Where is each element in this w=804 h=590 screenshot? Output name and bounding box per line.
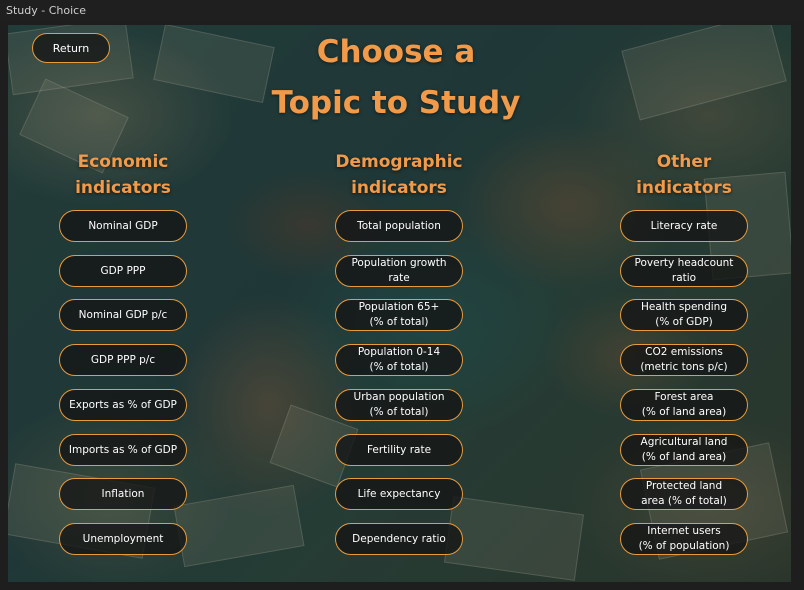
return-button[interactable]: Return <box>32 33 110 63</box>
indicator-label-line: Nominal GDP <box>88 219 158 232</box>
indicator-label: Dependency ratio <box>352 532 446 547</box>
indicator-button[interactable]: Population 65+ (% of total) <box>335 299 463 331</box>
indicator-button[interactable]: Nominal GDP <box>59 210 187 242</box>
indicator-label: Literacy rate <box>651 219 718 234</box>
indicator-label-line: Unemployment <box>82 532 164 545</box>
indicator-button[interactable]: Unemployment <box>59 523 187 555</box>
indicator-label: Imports as % of GDP <box>69 443 177 458</box>
indicator-label-line: Internet users <box>647 525 721 537</box>
indicator-button[interactable]: Internet users (% of population) <box>620 523 748 555</box>
indicator-label-line: (% of total) <box>369 406 429 418</box>
indicator-label: Nominal GDP <box>88 219 157 234</box>
indicator-label: Exports as % of GDP <box>69 398 177 413</box>
indicator-label-line: Total population <box>357 219 441 232</box>
indicator-label-line: Protected land <box>645 480 723 492</box>
indicator-label-line: (% of land area) <box>641 406 727 418</box>
indicator-label: Agricultural land (% of land area) <box>641 435 728 465</box>
indicator-label-line: Dependency ratio <box>352 532 446 545</box>
indicator-label-line: Fertility rate <box>366 443 432 456</box>
header-line: Other <box>656 152 712 172</box>
indicator-label-line: GDP PPP p/c <box>90 353 156 366</box>
indicator-label: Protected land area (% of total) <box>641 479 727 509</box>
indicator-label: GDP PPP <box>101 264 146 279</box>
indicator-button[interactable]: GDP PPP <box>59 255 187 287</box>
demographic-indicators-header: Demographic indicators <box>309 149 489 201</box>
page-title: Choose a Topic to Study <box>236 27 556 129</box>
indicator-button[interactable]: Agricultural land (% of land area) <box>620 434 748 466</box>
indicator-label: Nominal GDP p/c <box>79 308 168 323</box>
indicator-button[interactable]: Total population <box>335 210 463 242</box>
indicator-label-line: Forest area <box>654 391 714 403</box>
economic-indicators-header: Economic indicators <box>33 149 213 201</box>
indicator-label: Life expectancy <box>358 487 441 502</box>
indicator-label: Population 65+ (% of total) <box>359 300 440 330</box>
indicator-label-line: CO2 emissions <box>645 346 723 358</box>
indicator-button[interactable]: Imports as % of GDP <box>59 434 187 466</box>
header-line: indicators <box>636 178 732 198</box>
indicator-label: Forest area (% of land area) <box>642 390 726 420</box>
indicator-label: Unemployment <box>83 532 164 547</box>
indicator-label: Poverty headcount ratio <box>635 256 734 286</box>
indicator-button[interactable]: Protected land area (% of total) <box>620 478 748 510</box>
page-title-line-2: Topic to Study <box>271 85 521 121</box>
window-title: Study - Choice <box>0 0 804 22</box>
header-line: Demographic <box>335 152 463 172</box>
other-indicators-header: Other indicators <box>594 149 774 201</box>
indicator-label-line: ratio <box>671 272 697 284</box>
indicator-label-line: (% of GDP) <box>655 316 713 328</box>
indicator-button[interactable]: Forest area (% of land area) <box>620 389 748 421</box>
indicator-label-line: area (% of total) <box>641 495 727 507</box>
indicator-label-line: rate <box>388 272 410 284</box>
indicator-label-line: Literacy rate <box>650 219 718 232</box>
indicator-button[interactable]: Inflation <box>59 478 187 510</box>
indicator-button[interactable]: Life expectancy <box>335 478 463 510</box>
indicator-label-line: Inflation <box>101 487 145 500</box>
indicator-label: Internet users (% of population) <box>639 524 730 554</box>
indicator-label: GDP PPP p/c <box>91 353 155 368</box>
indicator-label-line: GDP PPP <box>100 264 146 277</box>
indicator-label-line: Nominal GDP p/c <box>78 308 168 321</box>
indicator-label-line: Population 65+ <box>358 301 440 313</box>
indicator-label-line: Exports as % of GDP <box>69 398 177 411</box>
page-title-line-1: Choose a <box>316 34 476 70</box>
indicator-label-line: Agricultural land <box>640 436 728 448</box>
indicator-button[interactable]: Exports as % of GDP <box>59 389 187 421</box>
header-line: indicators <box>75 178 171 198</box>
indicator-button[interactable]: CO2 emissions (metric tons p/c) <box>620 344 748 376</box>
indicator-label-line: Imports as % of GDP <box>68 443 178 456</box>
indicator-button[interactable]: Nominal GDP p/c <box>59 299 187 331</box>
indicator-label-line: Population 0-14 <box>357 346 441 358</box>
indicator-label: Inflation <box>102 487 145 502</box>
indicator-label-line: (% of total) <box>369 361 429 373</box>
indicator-button[interactable]: GDP PPP p/c <box>59 344 187 376</box>
indicator-button[interactable]: Fertility rate <box>335 434 463 466</box>
background-map-image: Return Choose a Topic to Study Economic … <box>8 25 791 582</box>
indicator-button[interactable]: Population growth rate <box>335 255 463 287</box>
indicator-label: Total population <box>357 219 441 234</box>
indicator-label-line: Urban population <box>353 391 445 403</box>
indicator-label: Population 0-14 (% of total) <box>358 345 440 375</box>
indicator-button[interactable]: Dependency ratio <box>335 523 463 555</box>
indicator-button[interactable]: Urban population (% of total) <box>335 389 463 421</box>
indicator-label: CO2 emissions (metric tons p/c) <box>640 345 727 375</box>
indicator-label: Fertility rate <box>367 443 431 458</box>
indicator-label-line: Life expectancy <box>357 487 441 500</box>
header-line: indicators <box>351 178 447 198</box>
indicator-label-line: Health spending <box>641 301 727 313</box>
indicator-label: Population growth rate <box>351 256 446 286</box>
indicator-button[interactable]: Health spending (% of GDP) <box>620 299 748 331</box>
indicator-button[interactable]: Literacy rate <box>620 210 748 242</box>
indicator-label-line: (% of population) <box>638 540 730 552</box>
indicator-label-line: (% of land area) <box>641 451 727 463</box>
header-line: Economic <box>77 152 169 172</box>
indicator-button[interactable]: Poverty headcount ratio <box>620 255 748 287</box>
indicator-label-line: (metric tons p/c) <box>640 361 728 373</box>
indicator-label-line: Poverty headcount <box>634 257 734 269</box>
indicator-button[interactable]: Population 0-14 (% of total) <box>335 344 463 376</box>
indicator-label: Health spending (% of GDP) <box>641 300 727 330</box>
indicator-label-line: (% of total) <box>369 316 429 328</box>
indicator-label-line: Population growth <box>351 257 447 269</box>
indicator-label: Urban population (% of total) <box>354 390 445 420</box>
